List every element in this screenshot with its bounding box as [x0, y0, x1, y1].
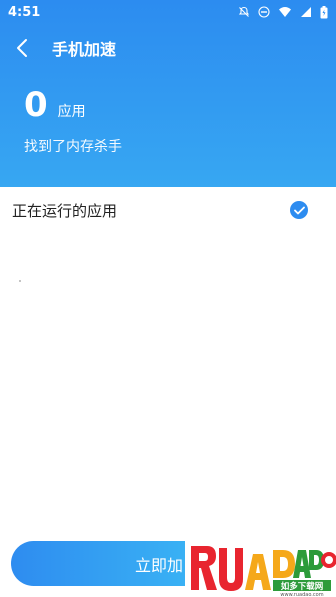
summary-subtitle: 找到了内存杀手	[24, 139, 122, 155]
status-time: 4:51	[8, 4, 41, 20]
count-row: 0 应用	[24, 88, 122, 122]
svg-text:如多下载网: 如多下载网	[281, 581, 324, 592]
check-icon	[293, 206, 305, 214]
running-apps-header: 正在运行的应用	[0, 187, 336, 233]
list-placeholder-dot	[19, 280, 21, 282]
status-icons	[238, 5, 328, 19]
summary-block: 0 应用 找到了内存杀手	[24, 88, 122, 156]
svg-text:www.ruadao.com: www.ruadao.com	[280, 592, 323, 597]
back-button[interactable]	[0, 24, 44, 72]
battery-charging-icon	[320, 5, 328, 19]
wifi-icon	[278, 6, 292, 18]
select-all-checkbox[interactable]	[290, 201, 308, 219]
app-count-unit: 应用	[57, 104, 86, 120]
app-bar: 手机加速	[0, 24, 336, 72]
back-arrow-icon	[17, 39, 27, 57]
bell-off-icon	[238, 6, 250, 18]
do-not-disturb-icon	[258, 6, 270, 18]
signal-icon	[300, 6, 312, 18]
running-apps-label: 正在运行的应用	[12, 201, 118, 220]
header-panel: 4:51 手机加速 0 应用 找到了内存杀手	[0, 0, 336, 187]
speed-up-button-label: 立即加	[134, 555, 183, 575]
page-title: 手机加速	[52, 40, 117, 59]
speed-up-button[interactable]: 立即加	[11, 541, 185, 586]
status-bar: 4:51	[0, 0, 336, 24]
app-count: 0	[24, 85, 48, 125]
watermark-logo: 如多下载网 www.ruadao.com	[185, 540, 336, 597]
